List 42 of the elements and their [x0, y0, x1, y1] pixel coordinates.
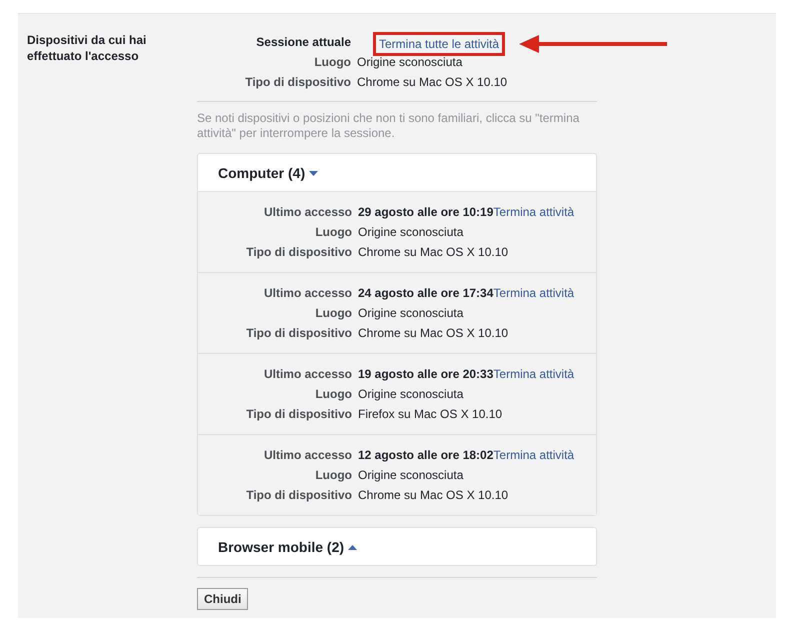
end-session-link[interactable]: Termina attività: [493, 283, 574, 303]
caret-down-icon[interactable]: [309, 171, 318, 176]
section-label: Dispositivi da cui hai effettuato l'accesso: [26, 32, 148, 65]
field-label: Ultimo accesso: [264, 204, 352, 221]
field-label: Luogo: [315, 467, 352, 484]
field-value: Firefox su Mac OS X 10.10: [358, 406, 502, 423]
field-value: Origine sconosciuta: [358, 305, 464, 322]
field-label: Luogo: [314, 54, 351, 71]
field-label: Sessione attuale: [256, 34, 351, 51]
end-all-link[interactable]: Termina tutte le attività: [379, 35, 500, 53]
field-label: Tipo di dispositivo: [246, 487, 352, 504]
field-value: Chrome su Mac OS X 10.10: [358, 244, 508, 261]
end-session-link[interactable]: Termina attività: [493, 202, 574, 222]
field-value: 29 agosto alle ore 10:19: [358, 204, 494, 221]
close-button[interactable]: Chiudi: [197, 588, 248, 610]
end-session-link[interactable]: Termina attività: [493, 445, 574, 465]
field-label: Tipo di dispositivo: [245, 74, 351, 91]
field-value: Origine sconosciuta: [358, 224, 464, 241]
caret-up-icon[interactable]: [348, 545, 358, 550]
field-value: Origine sconosciuta: [358, 467, 464, 484]
field-value: Chrome su Mac OS X 10.10: [357, 74, 508, 91]
field-value: Chrome su Mac OS X 10.10: [358, 487, 508, 504]
field-value: 24 agosto alle ore 17:34: [358, 285, 494, 302]
field-label: Ultimo accesso: [264, 447, 352, 464]
help-text: Se noti dispositivi o posizioni che non ti sono familiari, clicca su "termina attività" per interrompere la sessione.: [197, 111, 580, 141]
group-title[interactable]: Computer (4): [218, 164, 306, 180]
field-label: Ultimo accesso: [264, 285, 352, 302]
field-value: 19 agosto alle ore 20:33: [358, 366, 494, 383]
field-value: Origine sconosciuta: [358, 386, 464, 403]
field-value: 12 agosto alle ore 18:02: [358, 447, 494, 464]
field-label: Luogo: [315, 386, 352, 403]
group-title[interactable]: Browser mobile (2): [218, 538, 344, 554]
field-label: Tipo di dispositivo: [246, 406, 352, 423]
field-value: Origine sconosciuta: [357, 54, 462, 71]
field-label: Tipo di dispositivo: [246, 325, 352, 342]
field-label: Ultimo accesso: [264, 366, 352, 383]
end-session-link[interactable]: Termina attività: [493, 364, 574, 384]
field-label: Tipo di dispositivo: [246, 244, 352, 261]
field-label: Luogo: [315, 305, 352, 322]
arrow-icon: [519, 35, 668, 53]
field-value: Chrome su Mac OS X 10.10: [358, 325, 508, 342]
field-label: Luogo: [315, 224, 352, 241]
